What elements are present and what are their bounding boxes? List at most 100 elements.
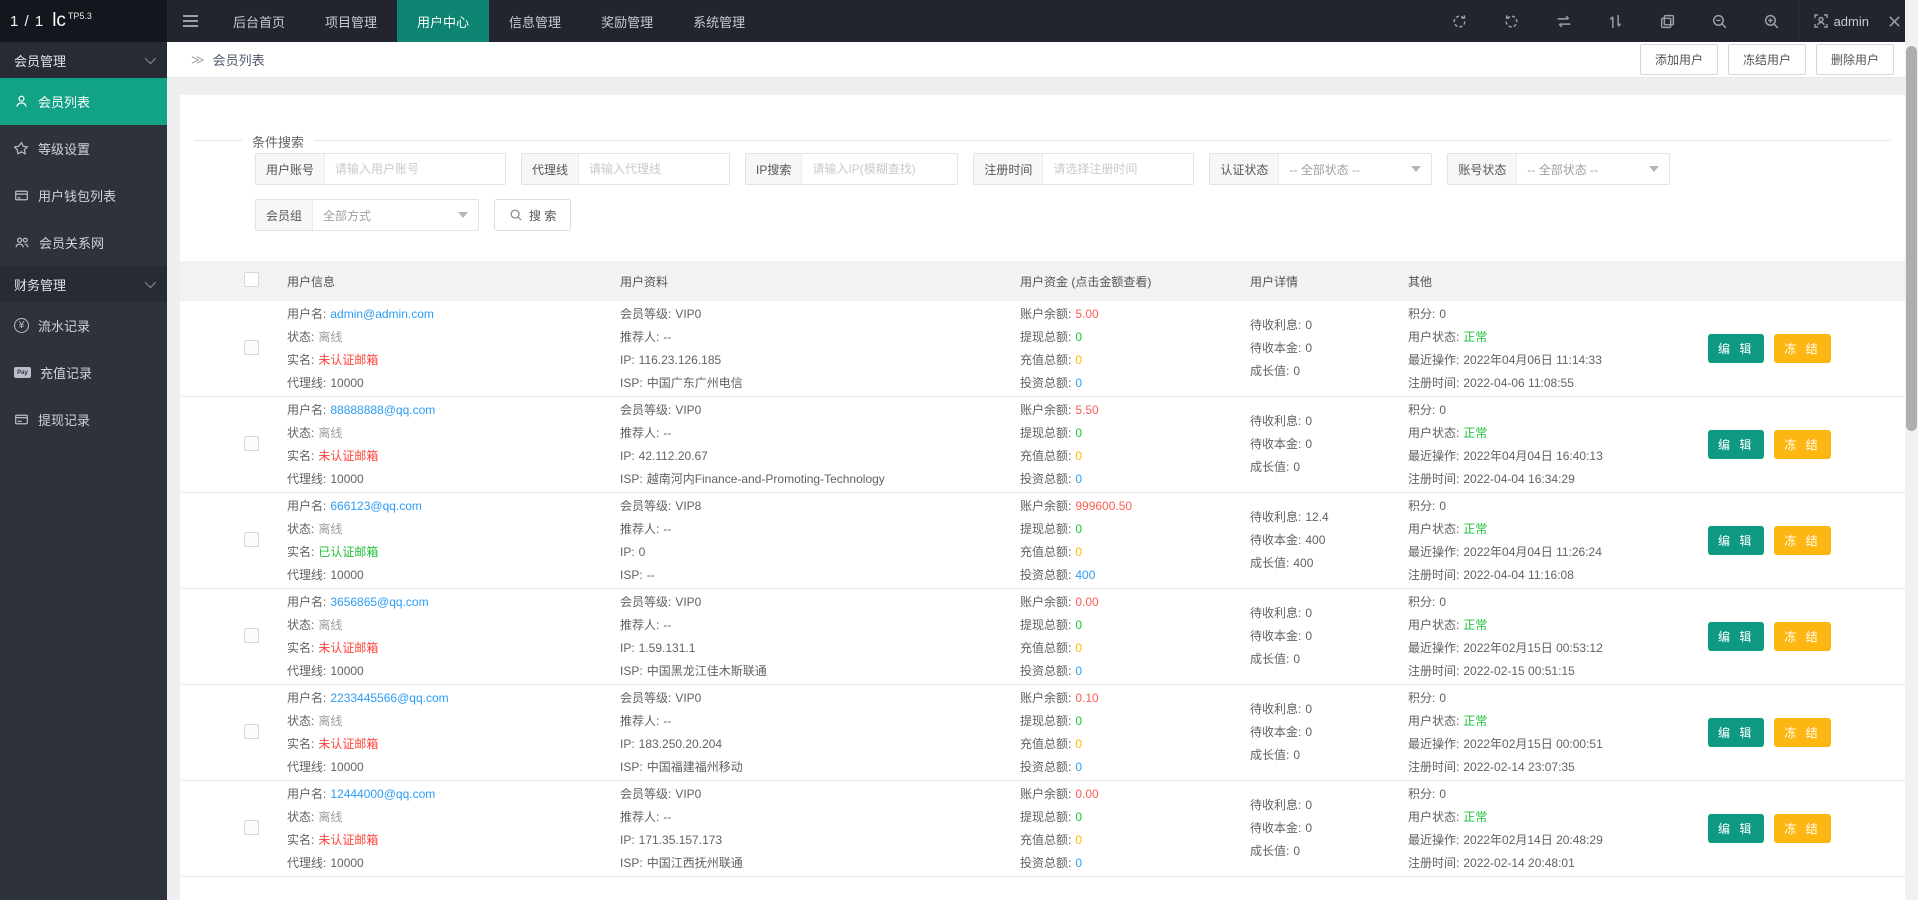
register-time: 2022-02-14 23:07:35 <box>1463 759 1575 774</box>
account-balance[interactable]: 0.00 <box>1075 787 1098 801</box>
nav-item-information[interactable]: 信息管理 <box>489 0 581 42</box>
withdraw-total[interactable]: 0 <box>1075 330 1082 344</box>
sidebar-group-member-management[interactable]: 会员管理 <box>0 42 167 78</box>
edit-button[interactable]: 编 辑 <box>1708 430 1765 459</box>
admin-menu[interactable]: admin <box>1797 0 1883 42</box>
register-time: 2022-04-04 16:34:29 <box>1463 471 1575 486</box>
recharge-total[interactable]: 0 <box>1075 353 1082 367</box>
recharge-total[interactable]: 0 <box>1075 833 1082 847</box>
points: 0 <box>1439 402 1447 417</box>
auth-status-select[interactable]: -- 全部状态 -- <box>1279 154 1431 184</box>
nav-item-projects[interactable]: 项目管理 <box>305 0 397 42</box>
freeze-user-button[interactable]: 冻结用户 <box>1727 44 1806 75</box>
account-balance[interactable]: 999600.50 <box>1075 499 1132 513</box>
sidebar-item-recharge-records[interactable]: Pay 充值记录 <box>0 349 167 396</box>
edit-button[interactable]: 编 辑 <box>1708 814 1765 843</box>
points: 0 <box>1439 594 1447 609</box>
pending-interest: 0 <box>1305 414 1313 428</box>
sidebar-item-level-settings[interactable]: 等级设置 <box>0 125 167 172</box>
agent-line-input[interactable] <box>579 154 730 184</box>
invest-total[interactable]: 0 <box>1075 664 1082 678</box>
username-link[interactable]: 3656865@qq.com <box>330 595 428 609</box>
paypal-icon: Pay <box>14 367 31 378</box>
add-user-button[interactable]: 添加用户 <box>1639 44 1718 75</box>
ip-search-input[interactable] <box>802 154 958 184</box>
recharge-total[interactable]: 0 <box>1075 737 1082 751</box>
sidebar-group-finance-management[interactable]: 财务管理 <box>0 266 167 302</box>
top-nav: 后台首页 项目管理 用户中心 信息管理 奖励管理 系统管理 <box>213 0 765 42</box>
freeze-button[interactable]: 冻 结 <box>1774 718 1831 747</box>
row-checkbox[interactable] <box>244 435 259 451</box>
sidebar-item-member-list[interactable]: 会员列表 <box>0 78 167 125</box>
recharge-total[interactable]: 0 <box>1075 545 1082 559</box>
online-status: 离线 <box>318 425 343 440</box>
username-link[interactable]: admin@admin.com <box>330 307 434 321</box>
copy-icon[interactable] <box>1642 0 1694 42</box>
withdraw-total[interactable]: 0 <box>1075 426 1082 440</box>
row-checkbox[interactable] <box>244 819 259 835</box>
withdraw-total[interactable]: 0 <box>1075 522 1082 536</box>
withdraw-total[interactable]: 0 <box>1075 810 1082 824</box>
register-time-input[interactable] <box>1043 154 1194 184</box>
account-status-select[interactable]: -- 全部状态 -- <box>1517 154 1669 184</box>
sidebar-item-transaction-records[interactable]: ¥ 流水记录 <box>0 302 167 349</box>
scrollbar-thumb[interactable] <box>1906 46 1917 431</box>
username-link[interactable]: 88888888@qq.com <box>330 403 435 417</box>
invest-total[interactable]: 0 <box>1075 856 1082 870</box>
cell-actions: 编 辑 冻 结 <box>1708 334 1905 363</box>
nav-item-rewards[interactable]: 奖励管理 <box>581 0 673 42</box>
freeze-button[interactable]: 冻 结 <box>1774 814 1831 843</box>
edit-button[interactable]: 编 辑 <box>1708 718 1765 747</box>
freeze-button[interactable]: 冻 结 <box>1774 430 1831 459</box>
account-balance[interactable]: 5.50 <box>1075 403 1098 417</box>
cell-other: 积分: 0 用户状态: 正常 最近操作: 2022年02月14日 20:48:29 注… <box>1408 786 1603 870</box>
user-status-badge: 正常 <box>1463 713 1488 728</box>
search-button[interactable]: 搜 索 <box>494 199 572 231</box>
freeze-button[interactable]: 冻 结 <box>1774 622 1831 651</box>
freeze-button[interactable]: 冻 结 <box>1774 526 1831 555</box>
account-balance[interactable]: 0.00 <box>1075 595 1098 609</box>
edit-button[interactable]: 编 辑 <box>1708 526 1765 555</box>
nav-item-user-center[interactable]: 用户中心 <box>397 0 490 42</box>
zoom-in-icon[interactable] <box>1746 0 1798 42</box>
invest-total[interactable]: 0 <box>1075 760 1082 774</box>
nav-item-dashboard[interactable]: 后台首页 <box>213 0 305 42</box>
sidebar-item-withdraw-records[interactable]: 提现记录 <box>0 396 167 443</box>
delete-user-button[interactable]: 删除用户 <box>1815 44 1894 75</box>
points: 0 <box>1439 786 1447 801</box>
swap-horizontal-icon[interactable] <box>1538 0 1590 42</box>
recharge-total[interactable]: 0 <box>1075 641 1082 655</box>
sidebar-toggle-icon[interactable] <box>167 0 213 42</box>
user-account-input[interactable] <box>325 154 506 184</box>
sidebar-item-member-network[interactable]: 会员关系网 <box>0 219 167 266</box>
zoom-out-icon[interactable] <box>1694 0 1746 42</box>
select-all-checkbox[interactable] <box>244 272 259 287</box>
row-checkbox[interactable] <box>244 531 259 547</box>
sidebar-item-user-wallet-list[interactable]: 用户钱包列表 <box>0 172 167 219</box>
invest-total[interactable]: 0 <box>1075 376 1082 390</box>
row-checkbox[interactable] <box>244 627 259 643</box>
invest-total[interactable]: 400 <box>1075 568 1095 582</box>
account-balance[interactable]: 0.10 <box>1075 691 1098 705</box>
username-link[interactable]: 666123@qq.com <box>330 499 422 513</box>
caret-down-icon <box>1411 166 1422 172</box>
username-link[interactable]: 12444000@qq.com <box>330 787 435 801</box>
withdraw-total[interactable]: 0 <box>1075 618 1082 632</box>
row-checkbox[interactable] <box>244 339 259 355</box>
username-link[interactable]: 2233445566@qq.com <box>330 691 448 705</box>
member-level: VIP8 <box>675 498 702 513</box>
row-checkbox[interactable] <box>244 723 259 739</box>
nav-item-system[interactable]: 系统管理 <box>673 0 765 42</box>
withdraw-total[interactable]: 0 <box>1075 714 1082 728</box>
growth-value: 400 <box>1293 556 1314 570</box>
member-group-select[interactable]: 全部方式 <box>313 200 478 230</box>
invest-total[interactable]: 0 <box>1075 472 1082 486</box>
swap-vertical-icon[interactable] <box>1590 0 1642 42</box>
account-balance[interactable]: 5.00 <box>1075 307 1098 321</box>
edit-button[interactable]: 编 辑 <box>1708 622 1765 651</box>
history-icon[interactable] <box>1486 0 1538 42</box>
edit-button[interactable]: 编 辑 <box>1708 334 1765 363</box>
recharge-total[interactable]: 0 <box>1075 449 1082 463</box>
refresh-icon[interactable] <box>1434 0 1486 42</box>
freeze-button[interactable]: 冻 结 <box>1774 334 1831 363</box>
